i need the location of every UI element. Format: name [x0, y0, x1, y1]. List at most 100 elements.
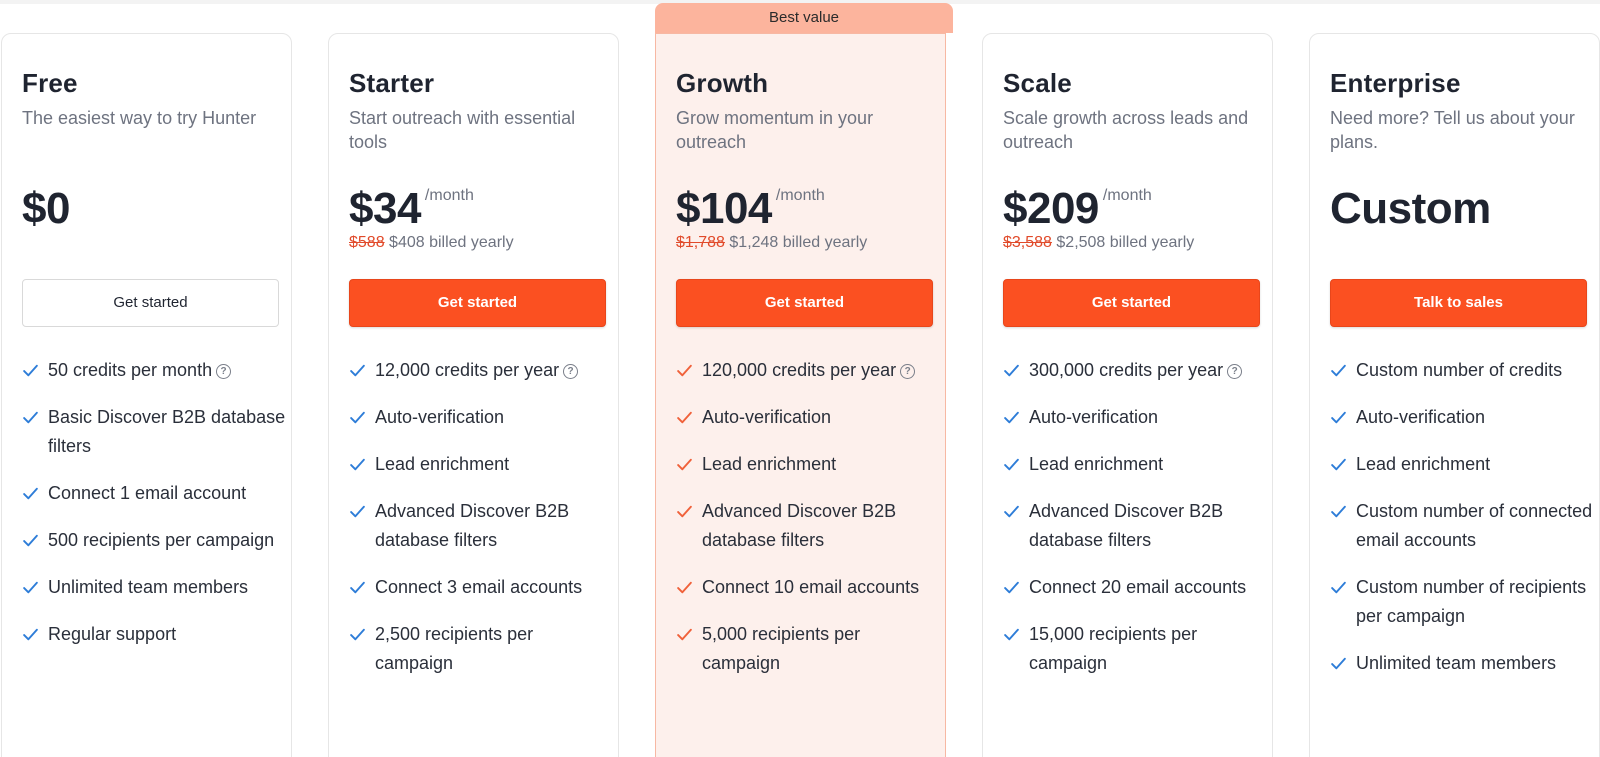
- feature-text: 5,000 recipients per campaign: [702, 624, 861, 673]
- feature-text: Advanced Discover B2B database filters: [702, 501, 897, 550]
- feature-text: 15,000 recipients per campaign: [1029, 624, 1198, 673]
- feature-item: 12,000 credits per year?: [349, 356, 614, 385]
- billing-note: $3,588 $2,508 billed yearly: [1003, 234, 1194, 252]
- feature-item: Advanced Discover B2B database filters: [676, 497, 941, 555]
- plan-name: Growth: [676, 68, 769, 98]
- get-started-button[interactable]: Get started: [349, 279, 606, 327]
- feature-item: Basic Discover B2B database filters: [22, 403, 287, 461]
- check-icon: [23, 581, 38, 594]
- plan-price: $209: [1003, 184, 1099, 233]
- feature-text: 300,000 credits per year: [1029, 360, 1224, 380]
- check-icon: [1004, 364, 1019, 377]
- plan-card-free: Free The easiest way to try Hunter $0 Ge…: [1, 33, 292, 757]
- old-price: $588: [349, 234, 385, 251]
- check-icon: [350, 581, 365, 594]
- feature-item: Auto-verification: [1330, 403, 1595, 432]
- check-icon: [1004, 628, 1019, 641]
- plan-price: Custom: [1330, 184, 1491, 233]
- check-icon: [1331, 458, 1346, 471]
- check-icon: [677, 505, 692, 518]
- billed-yearly: $408 billed yearly: [389, 234, 514, 251]
- feature-item: Unlimited team members: [1330, 649, 1595, 678]
- check-icon: [677, 364, 692, 377]
- billing-note: $588 $408 billed yearly: [349, 234, 514, 252]
- feature-text: Connect 20 email accounts: [1029, 577, 1247, 597]
- plan-name: Starter: [349, 68, 435, 98]
- billing-note: $1,788 $1,248 billed yearly: [676, 234, 867, 252]
- feature-item: Lead enrichment: [1003, 450, 1268, 479]
- check-icon: [350, 364, 365, 377]
- feature-item: 500 recipients per campaign: [22, 526, 287, 555]
- plan-price: $104: [676, 184, 772, 233]
- feature-text: Auto-verification: [1356, 407, 1486, 427]
- question-circle-icon[interactable]: ?: [563, 364, 579, 379]
- question-circle-icon[interactable]: ?: [1227, 364, 1243, 379]
- feature-text: Lead enrichment: [702, 454, 837, 474]
- get-started-button[interactable]: Get started: [22, 279, 279, 327]
- get-started-button[interactable]: Get started: [1003, 279, 1260, 327]
- feature-text: Connect 10 email accounts: [702, 577, 920, 597]
- feature-item: Auto-verification: [676, 403, 941, 432]
- feature-text: 12,000 credits per year: [375, 360, 560, 380]
- check-icon: [1331, 581, 1346, 594]
- price-row: Custom: [1330, 184, 1491, 234]
- feature-list: 120,000 credits per year? Auto-verificati…: [676, 356, 941, 696]
- feature-text: Unlimited team members: [48, 577, 249, 597]
- plan-card-growth: Growth Grow momentum in your outreach $1…: [655, 33, 946, 757]
- price-period: /month: [424, 187, 474, 204]
- feature-item: Advanced Discover B2B database filters: [1003, 497, 1268, 555]
- plan-name: Enterprise: [1330, 68, 1461, 98]
- plan-tagline: Grow momentum in your outreach: [676, 108, 874, 152]
- plan-tagline: Start outreach with essential tools: [349, 108, 576, 152]
- feature-text: 120,000 credits per year: [702, 360, 897, 380]
- feature-item: Connect 20 email accounts: [1003, 573, 1268, 602]
- plan-tagline: Scale growth across leads and outreach: [1003, 108, 1249, 152]
- plan-name: Free: [22, 68, 78, 98]
- check-icon: [1004, 458, 1019, 471]
- feature-item: Auto-verification: [349, 403, 614, 432]
- question-circle-icon[interactable]: ?: [900, 364, 916, 379]
- check-icon: [350, 628, 365, 641]
- feature-item: 300,000 credits per year?: [1003, 356, 1268, 385]
- feature-list: 300,000 credits per year? Auto-verificati…: [1003, 356, 1268, 696]
- check-icon: [350, 411, 365, 424]
- check-icon: [1331, 505, 1346, 518]
- price-period: /month: [1102, 187, 1152, 204]
- feature-text: Advanced Discover B2B database filters: [1029, 501, 1224, 550]
- feature-text: Advanced Discover B2B database filters: [375, 501, 570, 550]
- feature-text: Connect 3 email accounts: [375, 577, 583, 597]
- feature-text: Custom number of credits: [1356, 360, 1563, 380]
- question-circle-icon[interactable]: ?: [216, 364, 232, 379]
- feature-text: Custom number of recipients per campaign: [1356, 577, 1587, 626]
- talk-to-sales-button[interactable]: Talk to sales: [1330, 279, 1587, 327]
- check-icon: [23, 411, 38, 424]
- feature-item: 5,000 recipients per campaign: [676, 620, 941, 678]
- check-icon: [350, 505, 365, 518]
- feature-item: Connect 1 email account: [22, 479, 287, 508]
- feature-list: Custom number of credits Auto-verificatio…: [1330, 356, 1595, 696]
- old-price: $3,588: [1003, 234, 1052, 251]
- feature-item: Lead enrichment: [349, 450, 614, 479]
- feature-text: 50 credits per month: [48, 360, 213, 380]
- feature-item: 120,000 credits per year?: [676, 356, 941, 385]
- check-icon: [23, 534, 38, 547]
- check-icon: [350, 458, 365, 471]
- feature-text: Lead enrichment: [1356, 454, 1491, 474]
- check-icon: [677, 581, 692, 594]
- feature-text: Auto-verification: [702, 407, 832, 427]
- feature-item: Custom number of credits: [1330, 356, 1595, 385]
- plan-price: $34: [349, 184, 421, 233]
- plan-tagline: Need more? Tell us about your plans.: [1330, 108, 1575, 152]
- feature-text: Auto-verification: [375, 407, 505, 427]
- feature-text: 2,500 recipients per campaign: [375, 624, 534, 673]
- price-row: $209/month: [1003, 184, 1152, 234]
- feature-text: Regular support: [48, 624, 177, 644]
- feature-text: Connect 1 email account: [48, 483, 247, 503]
- get-started-button[interactable]: Get started: [676, 279, 933, 327]
- feature-text: 500 recipients per campaign: [48, 530, 275, 550]
- check-icon: [1004, 411, 1019, 424]
- feature-item: Connect 10 email accounts: [676, 573, 941, 602]
- feature-list: 12,000 credits per year? Auto-verificatio…: [349, 356, 614, 696]
- best-value-ribbon: Best value: [655, 3, 953, 33]
- feature-text: Basic Discover B2B database filters: [48, 407, 286, 456]
